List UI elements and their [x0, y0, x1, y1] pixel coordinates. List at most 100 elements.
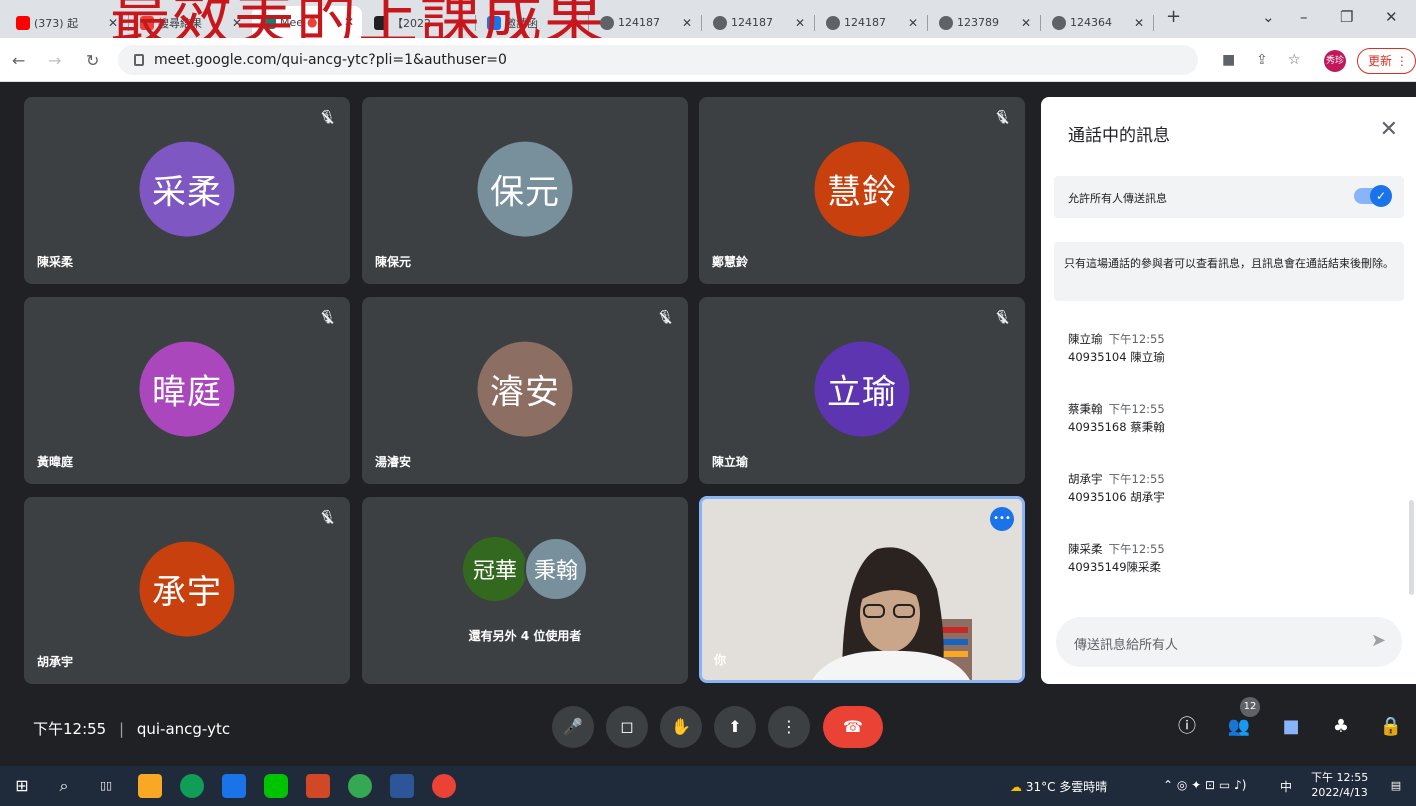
forward-icon[interactable]: →	[48, 51, 61, 70]
chat-icon[interactable]: ■	[1278, 714, 1304, 740]
browser-tab-youtube[interactable]: (373) 起 ✕	[6, 9, 126, 36]
chat-input[interactable]: 傳送訊息給所有人 ➤	[1056, 617, 1402, 667]
weather-text: 31°C 多雲時晴	[1025, 780, 1108, 794]
activities-icon[interactable]: ♣	[1328, 714, 1354, 740]
share-icon[interactable]: ⇪	[1256, 52, 1268, 68]
speaking-indicator-icon: •••	[990, 507, 1014, 531]
raise-hand-button[interactable]: ✋	[660, 706, 702, 748]
close-icon[interactable]: ✕	[569, 16, 579, 30]
check-icon: ✓	[1370, 185, 1392, 207]
more-options-button[interactable]: ⋮	[768, 706, 810, 748]
close-icon[interactable]: ✕	[682, 16, 692, 30]
host-controls-icon[interactable]: 🔒	[1378, 714, 1404, 740]
participant-tile[interactable]: 🎙 采柔 陳采柔	[24, 97, 350, 284]
allow-messages-toggle[interactable]: ✓	[1354, 185, 1392, 207]
participant-name: 陳保元	[375, 255, 412, 269]
ime-indicator[interactable]: 中	[1280, 778, 1292, 795]
window-close-icon[interactable]: ✕	[1385, 8, 1398, 26]
tab-label: 124187	[844, 16, 886, 29]
tray-icons[interactable]: ⌃ ◎ ✦ ⊡ ▭ ♪)	[1163, 778, 1246, 792]
globe-icon	[826, 15, 840, 30]
youtube-icon	[16, 15, 30, 30]
profile-avatar[interactable]: 秀珍	[1324, 50, 1346, 72]
browser-tab-123789[interactable]: 123789 ✕	[929, 9, 1039, 36]
self-video-tile[interactable]: ••• 你	[699, 496, 1025, 683]
present-button[interactable]: ⬆	[714, 706, 756, 748]
browser-tab-124187-a[interactable]: 124187 ✕	[590, 9, 700, 36]
search-icon[interactable]: ⌕	[52, 774, 76, 798]
people-icon[interactable]: 👥	[1226, 714, 1252, 740]
close-icon[interactable]: ✕	[108, 16, 118, 30]
globe-icon	[600, 15, 614, 30]
chevron-down-icon[interactable]: ⌄	[1262, 8, 1275, 26]
url-field[interactable]: meet.google.com/qui-ancg-ytc?pli=1&authu…	[118, 45, 1198, 75]
tab-divider	[701, 15, 702, 31]
close-icon[interactable]: ✕	[344, 15, 354, 29]
meeting-details-icon[interactable]: ⓘ	[1174, 714, 1200, 740]
bookmark-star-icon[interactable]: ☆	[1288, 52, 1301, 68]
file-explorer-icon[interactable]	[138, 774, 162, 798]
restore-icon[interactable]: ❐	[1340, 8, 1353, 26]
close-icon[interactable]: ✕	[1380, 117, 1398, 142]
new-tab-button[interactable]: +	[1166, 6, 1181, 27]
allow-messages-row: 允許所有人傳送訊息 ✓	[1054, 176, 1404, 218]
dropbox-icon[interactable]	[222, 774, 246, 798]
close-icon[interactable]: ✕	[1021, 16, 1031, 30]
reload-icon[interactable]: ↻	[86, 51, 99, 70]
word-icon[interactable]	[390, 774, 414, 798]
line-icon[interactable]	[264, 774, 288, 798]
notification-icon[interactable]: ▤	[1384, 774, 1408, 798]
chat-scrollbar[interactable]	[1409, 500, 1414, 595]
participant-tile[interactable]: 保元 陳保元	[362, 97, 688, 284]
globe-icon	[939, 15, 953, 30]
microphone-button[interactable]: 🎤	[552, 706, 594, 748]
address-bar-row: ← → ↻ meet.google.com/qui-ancg-ytc?pli=1…	[0, 38, 1416, 82]
camera-icon[interactable]: ■	[1222, 52, 1235, 68]
close-icon[interactable]: ✕	[232, 16, 242, 30]
avatar: 采柔	[139, 141, 235, 237]
mic-off-icon: 🎙	[991, 107, 1013, 129]
browser-tab-2022[interactable]: 【2022 ✕	[364, 9, 474, 36]
close-icon[interactable]: ✕	[795, 16, 805, 30]
close-icon[interactable]: ✕	[908, 16, 918, 30]
weather-widget[interactable]: ☁ 31°C 多雲時晴	[1010, 778, 1107, 795]
avatar: 濬安	[477, 341, 573, 437]
camera-button[interactable]: ◻	[606, 706, 648, 748]
taskbar-clock[interactable]: 下午 12:55 2022/4/13	[1311, 770, 1368, 800]
browser-tab-124364[interactable]: 124364 ✕	[1042, 9, 1152, 36]
participant-tile[interactable]: 🎙 承宇 胡承宇	[24, 497, 350, 684]
powerpoint-icon[interactable]	[306, 774, 330, 798]
back-icon[interactable]: ←	[12, 51, 25, 70]
close-icon[interactable]: ✕	[456, 16, 466, 30]
chrome-profile-icon[interactable]	[432, 774, 456, 798]
leave-call-button[interactable]: ☎	[823, 706, 883, 748]
participant-tile[interactable]: 🎙 慧鈴 鄭慧鈴	[699, 97, 1025, 284]
send-icon[interactable]: ➤	[1371, 630, 1386, 651]
close-icon[interactable]: ✕	[1134, 16, 1144, 30]
browser-tab-124187-b[interactable]: 124187 ✕	[703, 9, 813, 36]
clock-time: 下午 12:55	[1311, 771, 1369, 784]
participant-tile[interactable]: 🎙 暐庭 黃暐庭	[24, 297, 350, 484]
tab-label: 124364	[1070, 16, 1112, 29]
browser-tab-invite[interactable]: 邀請函 ✕	[477, 9, 587, 36]
update-button[interactable]: 更新 ⋮	[1357, 48, 1416, 74]
more-participants-label: 還有另外 4 位使用者	[468, 629, 582, 643]
chat-message: 陳立瑜 下午12:55 40935104 陳立瑜	[1068, 330, 1165, 366]
participant-tile[interactable]: 🎙 立瑜 陳立瑜	[699, 297, 1025, 484]
globe-icon	[713, 15, 727, 30]
browser-tab-gmail[interactable]: 搜尋結果 ✕	[130, 9, 250, 36]
avatar: 秉翰	[524, 537, 588, 601]
edge-icon[interactable]	[180, 774, 204, 798]
others-tile[interactable]: 冠華 秉翰 還有另外 4 位使用者	[362, 497, 688, 684]
browser-tab-124187-c[interactable]: 124187 ✕	[816, 9, 926, 36]
minimize-icon[interactable]: –	[1300, 8, 1308, 26]
participant-tile[interactable]: 🎙 濬安 湯濬安	[362, 297, 688, 484]
mic-off-icon: 🎙	[316, 107, 338, 129]
chat-message: 胡承宇 下午12:55 40935106 胡承宇	[1068, 470, 1165, 506]
tab-label: Mee	[280, 15, 304, 29]
browser-tab-meet[interactable]: Mee ● ✕	[252, 6, 362, 38]
windows-start-icon[interactable]: ⊞	[10, 774, 34, 798]
task-view-icon[interactable]: ▯▯	[94, 774, 118, 798]
chrome-icon[interactable]	[348, 774, 372, 798]
avatar: 冠華	[463, 537, 527, 601]
